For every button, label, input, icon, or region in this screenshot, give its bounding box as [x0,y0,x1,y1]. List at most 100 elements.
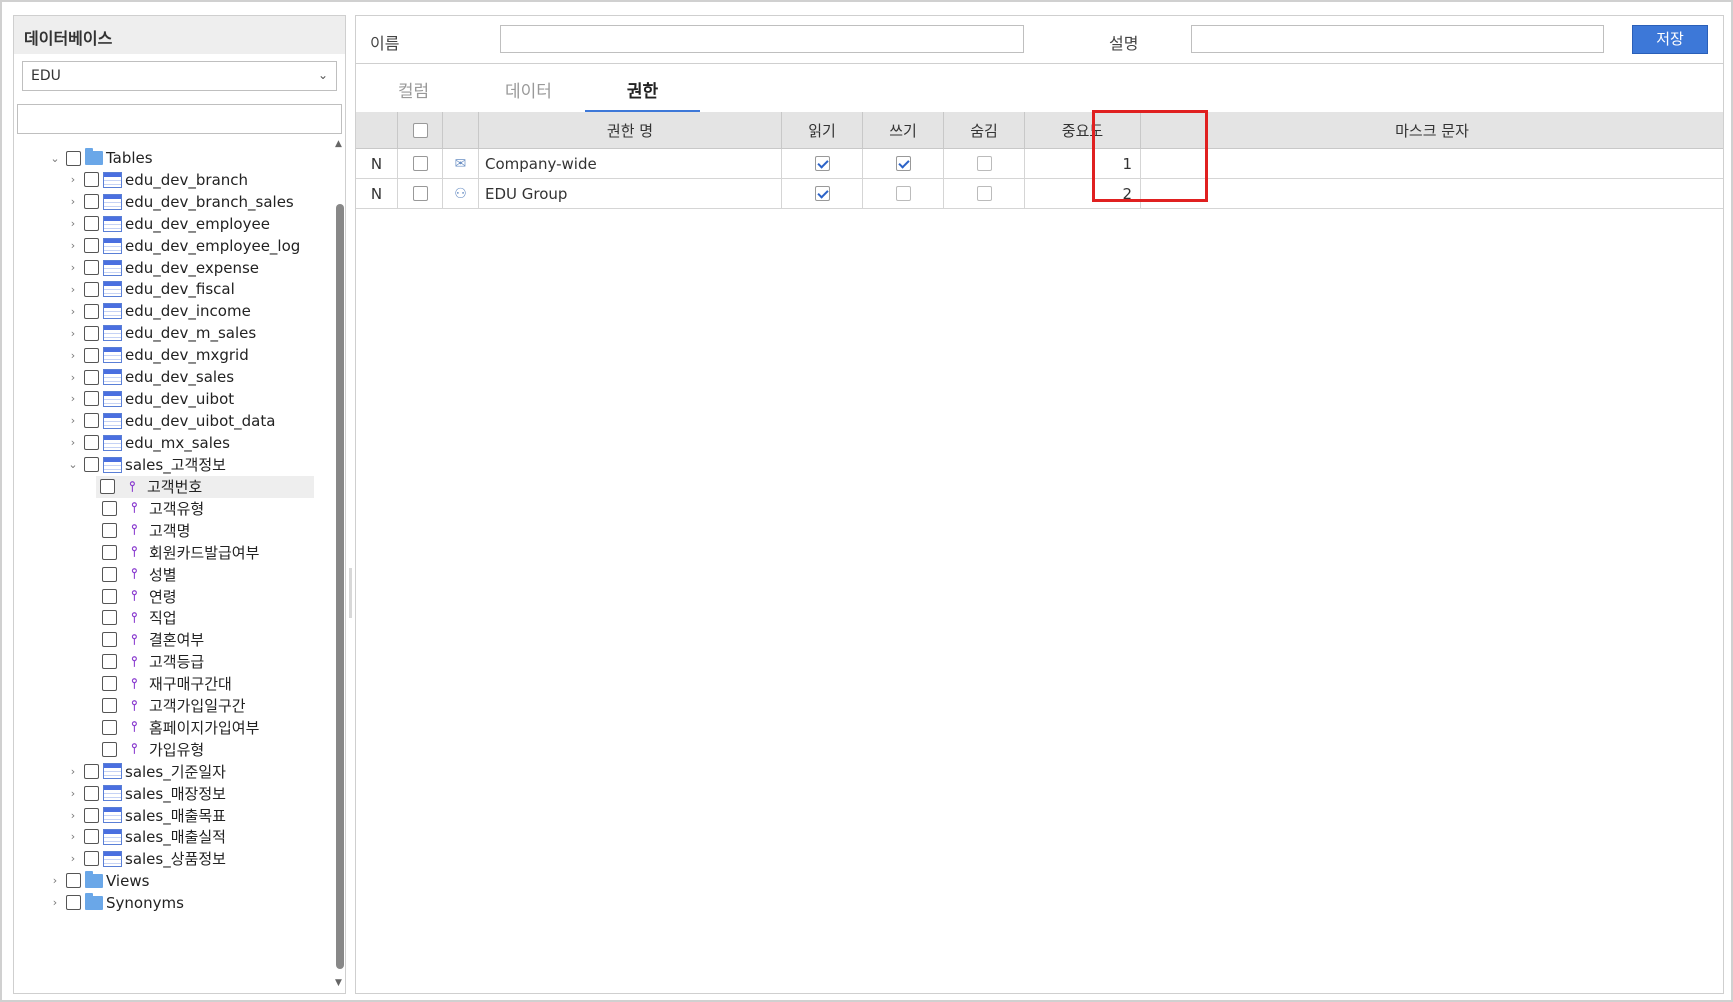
chevron-right-icon[interactable]: › [48,896,62,909]
tree-table-item[interactable]: › edu_dev_uibot [14,388,334,410]
chevron-right-icon[interactable]: › [66,765,80,778]
scroll-down-icon[interactable]: ▼ [335,978,342,988]
read-checkbox[interactable] [814,186,830,201]
row-select-checkbox[interactable] [412,186,428,201]
chevron-right-icon[interactable]: › [66,195,80,208]
chevron-right-icon[interactable]: › [66,305,80,318]
write-checkbox[interactable] [895,186,911,201]
tree-folder-item[interactable]: › Synonyms [14,892,334,914]
row-state-cell[interactable]: N [356,179,398,208]
tree-column-item[interactable]: ⫯ 홈페이지가입여부 [14,716,334,738]
tree-table-item[interactable]: › edu_dev_m_sales [14,322,334,344]
tree-column-item[interactable]: ⫯ 고객유형 [14,497,334,519]
tree-table-item[interactable]: › edu_dev_branch_sales [14,191,334,213]
hide-checkbox[interactable] [976,186,992,201]
permission-name-header[interactable]: 권한 명 [479,112,782,148]
tab-permissions[interactable]: 권한 [585,76,700,112]
write-checkbox[interactable] [895,156,911,171]
chevron-right-icon[interactable]: › [66,349,80,362]
tree-column-item[interactable]: ⫯ 회원카드발급여부 [14,541,334,563]
read-header[interactable]: 읽기 [782,112,863,148]
hide-header[interactable]: 숨김 [944,112,1025,148]
tree-item-checkbox[interactable] [102,719,117,735]
tree-item-checkbox[interactable] [84,281,99,297]
tree-folder-item[interactable]: › Views [14,870,334,892]
chevron-right-icon[interactable]: › [66,830,80,843]
tree-item-checkbox[interactable] [100,479,115,494]
tree-item-checkbox[interactable] [102,741,117,757]
chevron-right-icon[interactable]: › [66,392,80,405]
chevron-right-icon[interactable]: › [66,809,80,822]
tree-item-checkbox[interactable] [84,851,99,867]
tree-item-checkbox[interactable] [84,785,99,801]
tree-item-checkbox[interactable] [102,500,117,516]
tree-table-item[interactable]: › edu_dev_sales [14,366,334,388]
tree-item-checkbox[interactable] [102,588,117,604]
tree-table-item[interactable]: › edu_dev_employee [14,213,334,235]
database-select[interactable]: EDU ⌄ [22,61,337,91]
tree-item-checkbox[interactable] [102,698,117,713]
tree-column-item[interactable]: ⫯ 고객명 [14,519,334,541]
chevron-down-icon[interactable]: ⌄ [66,458,80,471]
chevron-right-icon[interactable]: › [66,261,80,274]
hide-checkbox[interactable] [976,156,992,171]
tree-table-item[interactable]: › edu_dev_fiscal [14,278,334,300]
chevron-right-icon[interactable]: › [66,436,80,449]
chevron-right-icon[interactable]: › [66,371,80,384]
chevron-right-icon[interactable]: › [66,852,80,865]
tree-item-checkbox[interactable] [102,654,117,670]
tree-item-checkbox[interactable] [84,238,99,254]
permission-name-cell[interactable]: Company-wide [479,149,782,178]
tree-item-checkbox[interactable] [102,544,117,560]
select-all-checkbox[interactable] [412,122,428,138]
row-select-checkbox[interactable] [412,156,428,171]
chevron-right-icon[interactable]: › [66,283,80,296]
scrollbar-thumb[interactable] [336,204,344,969]
tree-column-item[interactable]: ⫯ 결혼여부 [14,629,334,651]
tab-data[interactable]: 데이터 [471,76,586,112]
tree-table-item[interactable]: › edu_mx_sales [14,432,334,454]
chevron-right-icon[interactable]: › [66,414,80,427]
panel-splitter[interactable] [349,568,352,618]
tree-column-item[interactable]: ⫯ 성별 [14,563,334,585]
tree-item-checkbox[interactable] [84,807,99,823]
chevron-right-icon[interactable]: › [66,217,80,230]
tree-item-checkbox[interactable] [84,347,99,363]
tree-scrollbar[interactable]: ▲ ▼ [335,139,345,988]
tree-table-item[interactable]: › sales_매출실적 [14,826,334,848]
chevron-right-icon[interactable]: › [66,173,80,186]
tree-item-checkbox[interactable] [102,566,117,582]
tree-item-checkbox[interactable] [84,829,99,845]
tree-table-item[interactable]: › sales_상품정보 [14,848,334,870]
tree-item-checkbox[interactable] [84,303,99,319]
scroll-up-icon[interactable]: ▲ [335,139,342,149]
row-state-cell[interactable]: N [356,149,398,178]
tree-item-checkbox[interactable] [84,194,99,210]
tree-column-item[interactable]: ⫯ 직업 [14,607,334,629]
tree-column-item[interactable]: ⫯ 재구매구간대 [14,673,334,695]
tree-item-checkbox[interactable] [84,216,99,232]
read-checkbox[interactable] [814,156,830,171]
tree-item-checkbox[interactable] [84,763,99,779]
tree-table-item[interactable]: › edu_dev_expense [14,257,334,279]
tree-column-item[interactable]: ⫯ 고객가입일구간 [14,695,334,717]
tree-table-item[interactable]: › edu_dev_branch [14,169,334,191]
write-header[interactable]: 쓰기 [863,112,944,148]
tab-columns[interactable]: 컬럼 [356,76,471,112]
tree-column-item[interactable]: ⫯ 고객등급 [14,651,334,673]
tree-item-checkbox[interactable] [102,610,117,626]
chevron-right-icon[interactable]: › [66,787,80,800]
tree-item-checkbox[interactable] [66,895,81,911]
tree-item-checkbox[interactable] [102,632,117,648]
tree-column-item[interactable]: ⫯ 가입유형 [14,738,334,760]
mask-char-cell[interactable] [1141,179,1723,208]
tree-table-item[interactable]: › sales_매출목표 [14,804,334,826]
tree-table-item[interactable]: › sales_기준일자 [14,760,334,782]
tree-item-checkbox[interactable] [102,522,117,538]
tree-item-checkbox[interactable] [84,435,99,451]
save-button[interactable]: 저장 [1632,25,1708,54]
tree-item-checkbox[interactable] [102,676,117,692]
tree-item-checkbox[interactable] [84,325,99,341]
chevron-right-icon[interactable]: › [66,327,80,340]
mask-char-cell[interactable] [1141,149,1723,178]
